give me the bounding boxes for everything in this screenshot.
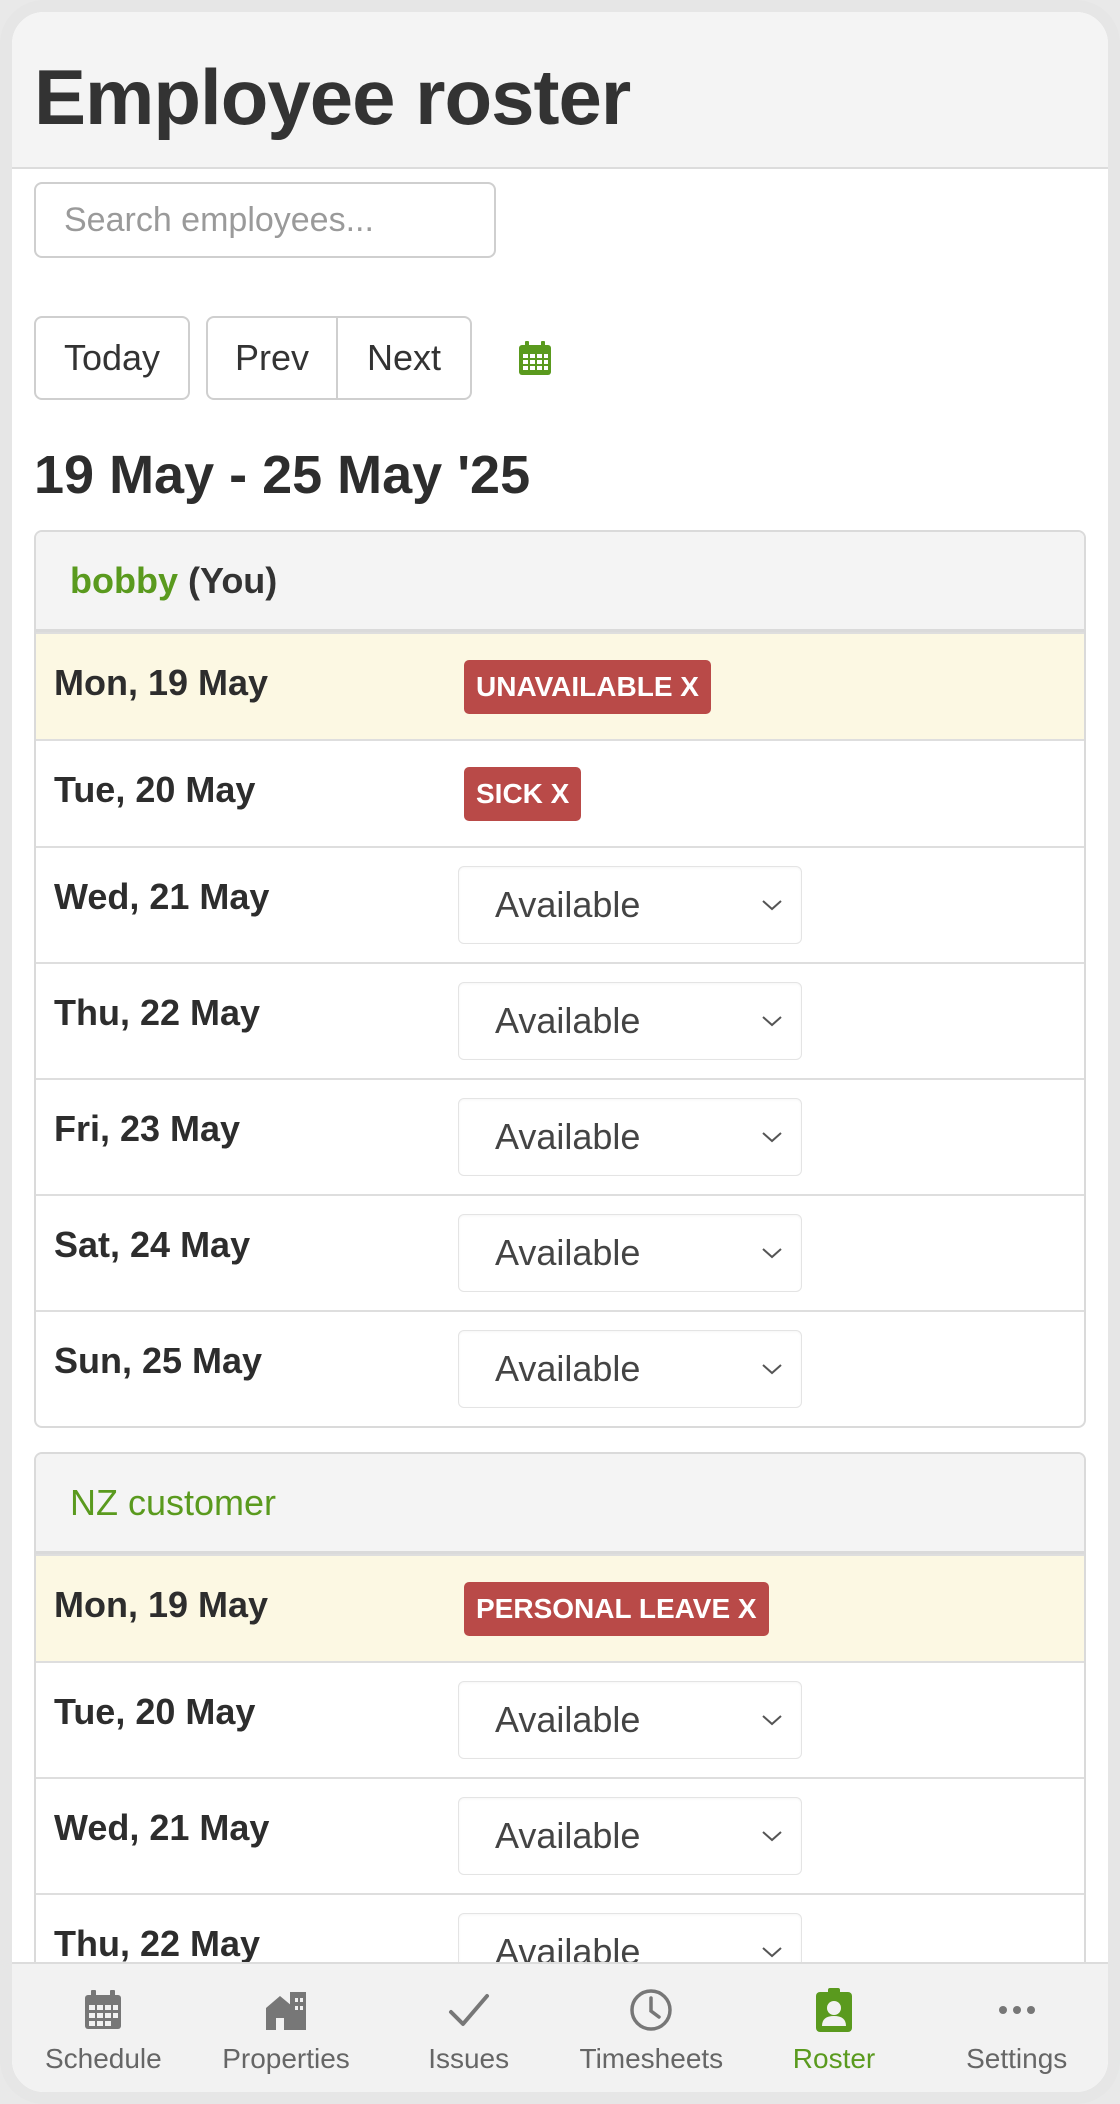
next-button[interactable]: Next [338,316,472,400]
clock-icon [630,1989,673,2031]
chevron-down-icon [762,1016,782,1027]
employee-group-header: bobby (You) [36,532,1084,632]
tab-label: Issues [428,2043,510,2074]
checkmark-icon [448,1994,489,2026]
day-label: Sat, 24 May [54,1224,251,1265]
select-value: Available [495,884,641,925]
chevron-down-icon [762,1132,782,1143]
select-value: Available [495,1116,641,1157]
calendar-icon[interactable] [516,339,554,377]
prev-button[interactable]: Prev [206,316,338,400]
chevron-down-icon [762,1947,782,1958]
chevron-down-icon [762,1831,782,1842]
day-label: Tue, 20 May [54,1691,256,1732]
day-label: Thu, 22 May [54,992,261,1033]
availability-select[interactable]: Available [458,1330,802,1408]
chevron-down-icon [762,1364,782,1375]
availability-select[interactable]: Available [458,1098,802,1176]
roster-row: Tue, 20 May SICK X [36,739,1084,846]
select-value: Available [495,1699,641,1740]
prev-next-group: Prev Next [206,316,472,400]
tab-label: Settings [966,2043,1068,2074]
employee-name-link[interactable]: NZ customer [70,1482,276,1524]
day-label: Fri, 23 May [54,1108,241,1149]
chevron-down-icon [762,900,782,911]
employee-name-link[interactable]: bobby [70,560,178,602]
roster-row: Mon, 19 May UNAVAILABLE X [36,632,1084,739]
tab-issues[interactable]: Issues [377,1964,560,2092]
tab-properties[interactable]: Properties [195,1964,378,2092]
tab-settings[interactable]: Settings [925,1964,1108,2092]
employee-group: NZ customer Mon, 19 May PERSONAL LEAVE X… [34,1452,1086,1982]
tab-label: Roster [792,2043,876,2074]
date-range-heading: 19 May - 25 May '25 [34,445,531,505]
page-header: Employee roster [12,12,1108,169]
availability-select[interactable]: Available [458,866,802,944]
chevron-down-icon [762,1248,782,1259]
tab-timesheets[interactable]: Timesheets [560,1964,743,2092]
roster-row: Mon, 19 May PERSONAL LEAVE X [36,1554,1084,1661]
you-label: (You) [187,559,278,601]
availability-select[interactable]: Available [458,1214,802,1292]
roster-row: Sun, 25 May Available [36,1310,1084,1426]
day-label: Mon, 19 May [54,1584,269,1625]
day-label: Tue, 20 May [54,769,256,810]
chevron-down-icon [762,1715,782,1726]
roster-row: Wed, 21 May Available [36,846,1084,962]
page-title: Employee roster [34,53,631,141]
roster-row: Fri, 23 May Available [36,1078,1084,1194]
calendar-icon [85,1990,122,2029]
main-content: Today Prev Next 19 May - 25 May '25 bobb… [34,182,1086,1982]
select-value: Available [495,1000,641,1041]
select-value: Available [495,1815,641,1856]
building-icon [266,1992,306,2030]
tab-schedule[interactable]: Schedule [12,1964,195,2092]
roster-row: Wed, 21 May Available [36,1777,1084,1893]
ellipsis-icon [998,2006,1035,2014]
day-label: Mon, 19 May [54,662,269,703]
app-frame: Employee roster Today Prev Next 19 May -… [0,0,1120,2104]
tab-label: Schedule [44,2043,162,2074]
employee-group: bobby (You) Mon, 19 May UNAVAILABLE X Tu… [34,530,1086,1428]
day-label: Thu, 22 May [54,1923,261,1964]
roster-row: Tue, 20 May Available [36,1661,1084,1777]
status-badge[interactable]: PERSONAL LEAVE X [464,1582,769,1636]
employee-group-header: NZ customer [36,1454,1084,1554]
status-badge[interactable]: UNAVAILABLE X [464,660,711,714]
availability-select[interactable]: Available [458,1681,802,1759]
roster-row: Thu, 22 May Available [36,962,1084,1078]
roster-row: Sat, 24 May Available [36,1194,1084,1310]
availability-select[interactable]: Available [458,1797,802,1875]
tab-label: Timesheets [579,2043,724,2074]
status-badge[interactable]: SICK X [464,767,582,821]
today-button[interactable]: Today [34,316,190,400]
availability-select[interactable]: Available [458,982,802,1060]
select-value: Available [495,1348,641,1389]
day-label: Sun, 25 May [54,1340,263,1381]
date-toolbar: Today Prev Next [34,316,1086,400]
tab-label: Properties [222,2043,350,2074]
id-badge-icon [816,1988,853,2032]
search-input[interactable] [34,182,496,258]
select-value: Available [495,1232,641,1273]
day-label: Wed, 21 May [54,876,270,917]
bottom-tab-bar: Schedule Properties Issues Timesheets Ro… [12,1962,1108,2092]
tab-roster[interactable]: Roster [743,1964,926,2092]
day-label: Wed, 21 May [54,1807,270,1848]
